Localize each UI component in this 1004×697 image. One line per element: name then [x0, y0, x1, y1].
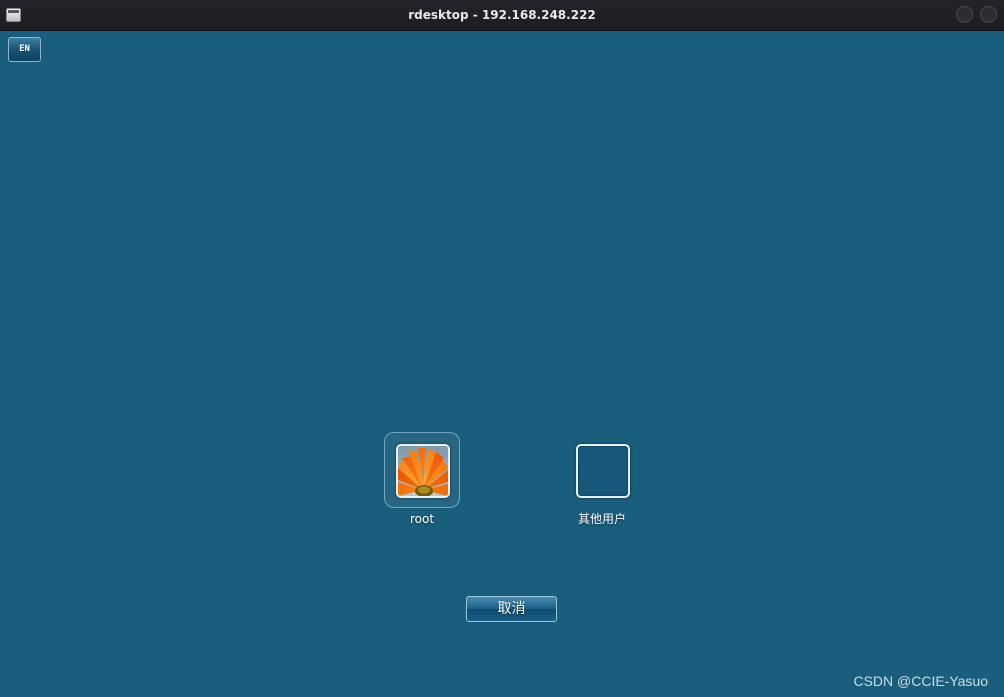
window-titlebar[interactable]: rdesktop - 192.168.248.222: [0, 0, 1004, 31]
input-language-button[interactable]: EN: [8, 37, 41, 62]
user-tile-other-user[interactable]: 其他用户: [562, 432, 642, 527]
user-avatar-frame: [396, 444, 450, 498]
user-name-label: 其他用户: [577, 512, 626, 526]
user-tile-highlight: [384, 432, 460, 508]
close-button[interactable]: [980, 6, 997, 23]
user-tile-root[interactable]: root: [382, 432, 462, 527]
user-name-label: root: [409, 512, 435, 526]
minimize-button[interactable]: [956, 6, 973, 23]
orange-flower-icon: [398, 446, 448, 496]
watermark-text: CSDN @CCIE-Yasuo: [853, 673, 988, 689]
window-title: rdesktop - 192.168.248.222: [408, 8, 596, 22]
user-tile-highlight: [564, 432, 640, 508]
remote-desktop-window: rdesktop - 192.168.248.222 EN root 其他用户 …: [0, 0, 1004, 697]
empty-avatar-frame: [576, 444, 630, 498]
cancel-button[interactable]: 取消: [466, 596, 557, 622]
